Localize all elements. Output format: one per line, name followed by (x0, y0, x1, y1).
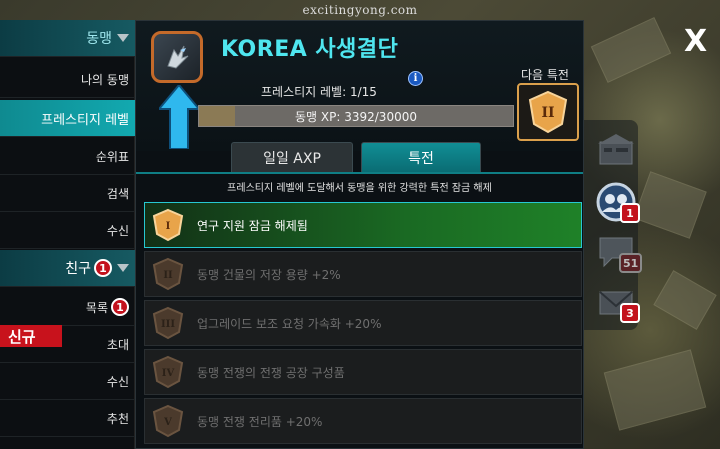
alliance-badge: 1 (620, 203, 640, 223)
sidebar-item-label: 나의 동맹 (81, 72, 129, 87)
close-button[interactable]: X (684, 24, 707, 59)
perk-row[interactable]: II 동맹 건물의 저장 용량 +2% (144, 251, 582, 297)
perk-numeral: IV (162, 368, 175, 379)
perk-label: 연구 지원 잠금 해제됨 (197, 218, 308, 233)
tab-label: 특전 (408, 150, 434, 167)
perk-label: 동맹 전쟁의 전쟁 공장 구성품 (197, 365, 345, 380)
prestige-panel: KOREA 사생결단 i 프레스티지 레벨: 1/15 동맹 XP: 3392/… (135, 20, 584, 449)
sidebar-item-inbox[interactable]: 수신 (0, 212, 135, 249)
watermark: excitingyong.com (302, 3, 418, 17)
sidebar-item-prestige-level[interactable]: 프레스티지 레벨 (0, 100, 135, 137)
perks-description: 프레스티지 레벨에 도달해서 동맹을 위한 강력한 특전 잠금 해제 (227, 183, 492, 194)
perk-label: 동맹 전쟁 전리품 +20% (197, 414, 323, 429)
sidebar-item-friend-inbox[interactable]: 수신 (0, 363, 135, 400)
prestige-level-label: 프레스티지 레벨: 1/15 (261, 85, 377, 99)
sidebar-friends-header[interactable]: 친구 1 (0, 250, 135, 287)
friend-list-badge: 1 (111, 298, 129, 316)
xp-progress-bar: 동맹 XP: 3392/30000 (198, 105, 514, 127)
info-icon[interactable]: i (408, 71, 423, 86)
sidebar-alliance-header[interactable]: 동맹 (0, 20, 135, 57)
perk-row[interactable]: IV 동맹 전쟁의 전쟁 공장 구성품 (144, 349, 582, 395)
building-icon (598, 134, 634, 165)
next-perk-label: 다음 특전 (521, 68, 569, 82)
sidebar-item-label: 프레스티지 레벨 (41, 112, 129, 128)
perk-numeral: II (163, 270, 173, 281)
alliance-title: KOREA 사생결단 (221, 37, 399, 62)
tab-perks[interactable]: 특전 (361, 142, 481, 172)
chevron-down-icon (117, 264, 129, 272)
sidebar-item-search[interactable]: 검색 (0, 175, 135, 212)
mail-badge: 3 (620, 303, 640, 323)
tab-underline (136, 172, 583, 174)
sidebar: 동맹 나의 동맹 프레스티지 레벨 순위표 검색 수신 친구 1 목록 1 초대… (0, 20, 135, 449)
sidebar-item-friend-list[interactable]: 목록 1 (0, 289, 135, 326)
perk-shield-icon: II (528, 90, 568, 134)
chevron-down-icon (117, 34, 129, 42)
perk-label: 동맹 건물의 저장 용량 +2% (197, 267, 341, 282)
sidebar-item-recommend[interactable]: 추천 (0, 400, 135, 437)
sidebar-item-label: 수신 (106, 374, 129, 389)
perk-shield-icon: V (152, 404, 184, 438)
sidebar-item-label: 순위표 (95, 149, 129, 164)
perk-shield-icon: II (152, 257, 184, 291)
sidebar-item-label: 초대 (106, 337, 129, 352)
xp-progress-text: 동맹 XP: 3392/30000 (295, 109, 417, 124)
sidebar-alliance-label: 동맹 (86, 31, 112, 47)
next-perk-badge[interactable]: II (517, 83, 579, 141)
arrow-up-icon (159, 85, 199, 149)
perk-numeral: III (161, 319, 175, 330)
perk-row[interactable]: I 연구 지원 잠금 해제됨 (144, 202, 582, 248)
alliance-emblem-icon (167, 45, 189, 69)
perk-numeral: V (163, 417, 172, 428)
friends-count-badge: 1 (94, 259, 112, 277)
next-perk-numeral: II (541, 105, 554, 121)
panel-header: KOREA 사생결단 i 프레스티지 레벨: 1/15 동맹 XP: 3392/… (136, 21, 583, 151)
sidebar-item-label: 목록 (85, 300, 108, 315)
sidebar-item-label: 수신 (106, 223, 129, 238)
perk-row[interactable]: III 업그레이드 보조 요청 가속화 +20% (144, 300, 582, 346)
tab-label: 일일 AXP (263, 150, 321, 167)
sidebar-item-leaderboard[interactable]: 순위표 (0, 138, 135, 175)
alliance-emblem[interactable] (151, 31, 203, 83)
perk-row[interactable]: V 동맹 전쟁 전리품 +20% (144, 398, 582, 444)
perk-shield-icon: III (152, 306, 184, 340)
sidebar-friends-label: 친구 (65, 261, 91, 277)
chat-badge: 51 (619, 253, 643, 273)
tab-daily-axp[interactable]: 일일 AXP (231, 142, 353, 172)
perk-label: 업그레이드 보조 요청 가속화 +20% (197, 316, 382, 331)
sidebar-item-label: 추천 (106, 411, 129, 426)
perk-numeral: I (166, 221, 171, 232)
sidebar-item-label: 검색 (106, 186, 129, 201)
new-tag: 신규 (0, 325, 62, 347)
perk-shield-icon: IV (152, 355, 184, 389)
world-map-button[interactable] (594, 130, 638, 174)
sidebar-item-my-alliance[interactable]: 나의 동맹 (0, 61, 135, 98)
perk-shield-icon: I (152, 208, 184, 242)
